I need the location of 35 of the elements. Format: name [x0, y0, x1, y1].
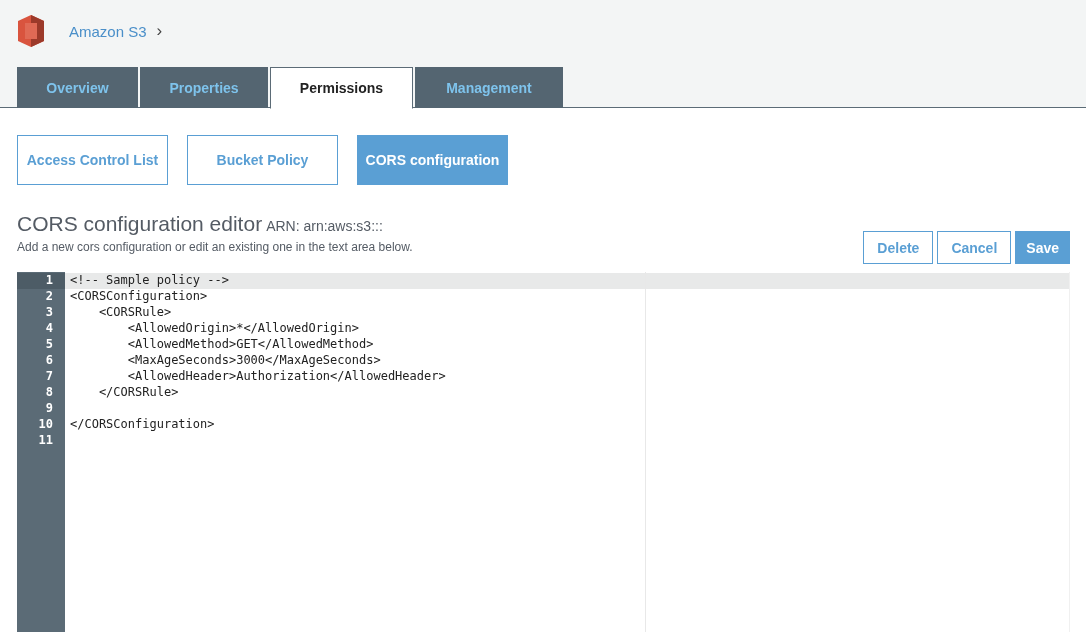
tab[interactable]: Properties	[140, 67, 268, 108]
line-number: 1	[17, 273, 65, 289]
code-line: </CORSConfiguration>	[69, 417, 216, 433]
line-number: 5	[44, 337, 54, 353]
line-number: 6	[44, 353, 54, 369]
code-line: </CORSRule>	[97, 385, 180, 401]
line-number: 2	[44, 289, 54, 305]
secondary-button[interactable]: Cancel	[937, 231, 1012, 264]
breadcrumb-separator: ›	[156, 21, 163, 41]
code-line: <MaxAgeSeconds>3000</MaxAgeSeconds>	[126, 353, 382, 369]
code-line: <AllowedOrigin>*</AllowedOrigin>	[126, 321, 360, 337]
line-number: 10	[37, 417, 54, 433]
secondary-button[interactable]: Delete	[863, 231, 934, 264]
line-number: 4	[44, 321, 54, 337]
code-line: <CORSRule>	[97, 305, 173, 321]
line-number: 3	[44, 305, 54, 321]
sub-tab[interactable]: CORS configuration	[357, 135, 508, 185]
line-number: 8	[44, 385, 54, 401]
tab[interactable]: Permissions	[270, 67, 413, 109]
line-number: 7	[44, 369, 54, 385]
tab[interactable]: Management	[415, 67, 563, 108]
line-number: 9	[44, 401, 54, 417]
editor-description: Add a new cors configuration or edit an existing one in the text area below.	[17, 240, 413, 254]
code-line: <AllowedMethod>GET</AllowedMethod>	[126, 337, 375, 353]
arn-label: ARN: arn:aws:s3:::	[266, 218, 383, 234]
editor-title: CORS configuration editor	[17, 212, 263, 235]
breadcrumb-link[interactable]: Amazon S3	[69, 22, 147, 40]
tab[interactable]: Overview	[17, 67, 138, 108]
code-line: <AllowedHeader>Authorization</AllowedHeader>	[126, 369, 447, 385]
bucket-logo-icon	[16, 14, 46, 48]
primary-button[interactable]: Save	[1015, 231, 1070, 264]
sub-tab[interactable]: Bucket Policy	[187, 135, 338, 185]
code-line: <CORSConfiguration>	[69, 289, 209, 305]
line-number: 11	[37, 433, 54, 449]
sub-tab[interactable]: Access Control List	[17, 135, 168, 185]
